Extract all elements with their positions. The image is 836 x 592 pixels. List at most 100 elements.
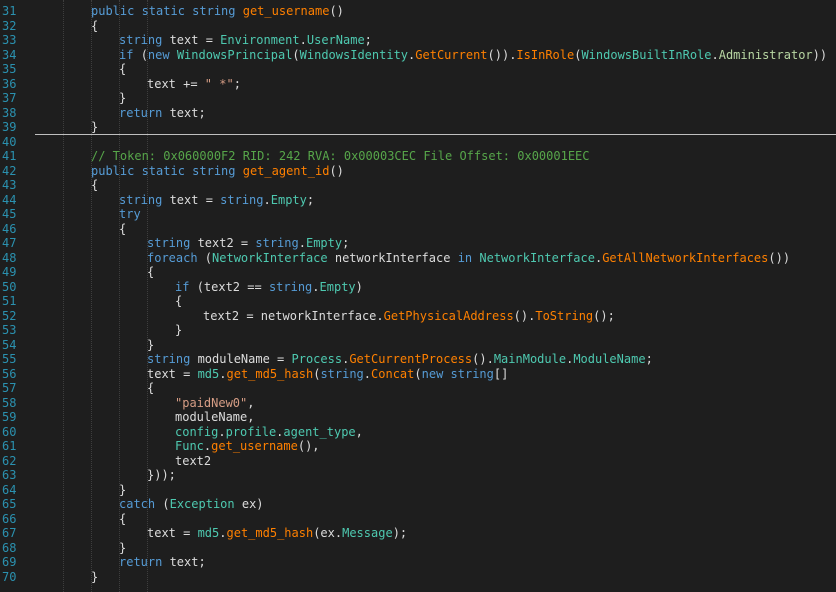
code-token: if (119, 47, 141, 62)
code-token: get_username (211, 439, 298, 453)
code-token: ; (342, 236, 350, 250)
code-line[interactable]: 37} (0, 91, 836, 105)
code-line[interactable]: 66 { (0, 512, 836, 526)
code-line[interactable]: 52 text2 = networkInterface.GetPhysicalAd… (0, 309, 836, 323)
code-token: string (147, 236, 198, 250)
code-text: config.profile.agent_type, (175, 425, 363, 439)
code-token: try (119, 207, 141, 221)
code-line[interactable]: 57 { (0, 381, 836, 395)
line-number: 50 (2, 279, 17, 294)
line-number: 43 (2, 178, 17, 192)
code-token: text += (147, 76, 205, 91)
code-token: text = (169, 192, 221, 207)
code-line[interactable]: 60 config.profile.agent_type, (0, 425, 836, 439)
code-token: ToString (535, 308, 594, 323)
code-line[interactable]: 44 string text = string.Empty; (0, 193, 836, 207)
code-token: // Token: 0x060000F2 RID: 242 RVA: 0x000… (91, 149, 590, 163)
code-text: } (119, 91, 126, 105)
code-line[interactable]: 50 if (text2 == string.Empty) (0, 280, 836, 294)
code-token: string (192, 4, 243, 18)
code-line[interactable]: 35 { (0, 62, 836, 76)
code-line[interactable]: 38 return text; (0, 106, 836, 120)
code-line[interactable]: 41 // Token: 0x060000F2 RID: 242 RVA: 0x0… (0, 149, 836, 163)
code-line[interactable]: 33 string text = Environment.UserName; (0, 33, 836, 47)
code-token: } (119, 91, 127, 105)
code-token: string (119, 192, 170, 207)
code-token: { (119, 511, 127, 526)
code-line[interactable]: 67 text = md5.get_md5_hash(ex.Message); (0, 526, 836, 540)
code-line[interactable]: 56 text = md5.get_md5_hash(string.Concat(… (0, 367, 836, 381)
code-token: string (268, 279, 313, 294)
code-line[interactable]: 32 { (0, 19, 836, 33)
code-line[interactable]: 31 public static string get_username() (0, 4, 836, 18)
code-token: networkInterface (334, 250, 458, 265)
code-token: text; (169, 105, 206, 120)
code-token: () (329, 4, 344, 18)
code-line[interactable]: 46 { (0, 222, 836, 236)
code-token: text = (147, 366, 198, 381)
code-token: ()) (768, 250, 791, 265)
code-line[interactable]: 65 catch (Exception ex) (0, 497, 836, 511)
code-token: (). (472, 352, 494, 366)
code-token: , (247, 395, 255, 410)
code-editor[interactable]: 31 public static string get_username() 32 {… (0, 0, 836, 592)
code-line[interactable]: 48 foreach (NetworkInterface networkInter… (0, 251, 836, 265)
code-line[interactable]: 34 if (new WindowsPrincipal(WindowsIdenti… (0, 48, 836, 62)
code-token: get_agent_id (242, 163, 330, 178)
code-line[interactable]: 61 Func.get_username(), (0, 439, 836, 453)
code-line[interactable]: 51 { (0, 294, 836, 308)
code-token: return (119, 555, 170, 569)
code-line[interactable]: 69 return text; (0, 555, 836, 569)
code-line[interactable]: 64} (0, 483, 836, 497)
code-token: get_username (242, 4, 330, 18)
code-token: (), (297, 439, 320, 453)
code-token: { (147, 265, 155, 279)
code-line[interactable]: 54} (0, 338, 836, 352)
code-text: { (91, 19, 98, 33)
code-line[interactable]: 58 "paidNew0", (0, 396, 836, 410)
code-token: { (175, 294, 183, 308)
code-line[interactable]: 45 try (0, 207, 836, 221)
code-line[interactable]: 70} (0, 570, 836, 584)
code-line[interactable]: 39} (0, 120, 836, 134)
code-line[interactable]: 36 text += " *"; (0, 77, 836, 91)
code-line[interactable]: 43 { (0, 178, 836, 192)
code-text: string text2 = string.Empty; (147, 236, 349, 250)
code-token: GetCurrentProcess (349, 352, 473, 366)
code-line[interactable]: 42 public static string get_agent_id() (0, 164, 836, 178)
line-number: 54 (2, 337, 17, 352)
line-number: 66 (2, 511, 17, 526)
code-line[interactable]: 63})); (0, 468, 836, 482)
code-line[interactable]: 49 { (0, 265, 836, 279)
code-line[interactable]: 55 string moduleName = Process.GetCurrent… (0, 352, 836, 366)
code-token: Message (342, 526, 393, 540)
code-token: } (175, 323, 183, 337)
code-line[interactable]: 62 text2 (0, 454, 836, 468)
code-text: text2 = networkInterface.GetPhysicalAddr… (203, 309, 615, 323)
code-line[interactable]: 40 (0, 135, 836, 149)
code-line[interactable]: 47 string text2 = string.Empty; (0, 236, 836, 250)
code-line[interactable]: 53} (0, 323, 836, 337)
code-token: string (192, 163, 243, 178)
code-token: ( (292, 47, 300, 62)
code-token: ex) (241, 497, 264, 511)
code-token: [] (493, 366, 509, 381)
line-number: 52 (2, 308, 17, 323)
code-token: { (91, 178, 99, 192)
code-text: return text; (119, 555, 206, 569)
code-text: if (text2 == string.Empty) (175, 280, 363, 294)
code-token: public static (91, 4, 193, 18)
code-text: return text; (119, 106, 206, 120)
line-number: 41 (2, 149, 17, 163)
code-line[interactable]: 68} (0, 541, 836, 555)
code-text: public static string get_agent_id() (91, 164, 344, 178)
line-number: 38 (2, 105, 17, 120)
code-token: . (298, 236, 306, 250)
line-number: 40 (2, 134, 17, 149)
code-token: } (147, 337, 155, 352)
code-token: } (91, 120, 99, 134)
code-text: moduleName, (175, 410, 254, 424)
line-number: 32 (2, 18, 17, 33)
code-token: (); (593, 308, 615, 323)
code-line[interactable]: 59 moduleName, (0, 410, 836, 424)
